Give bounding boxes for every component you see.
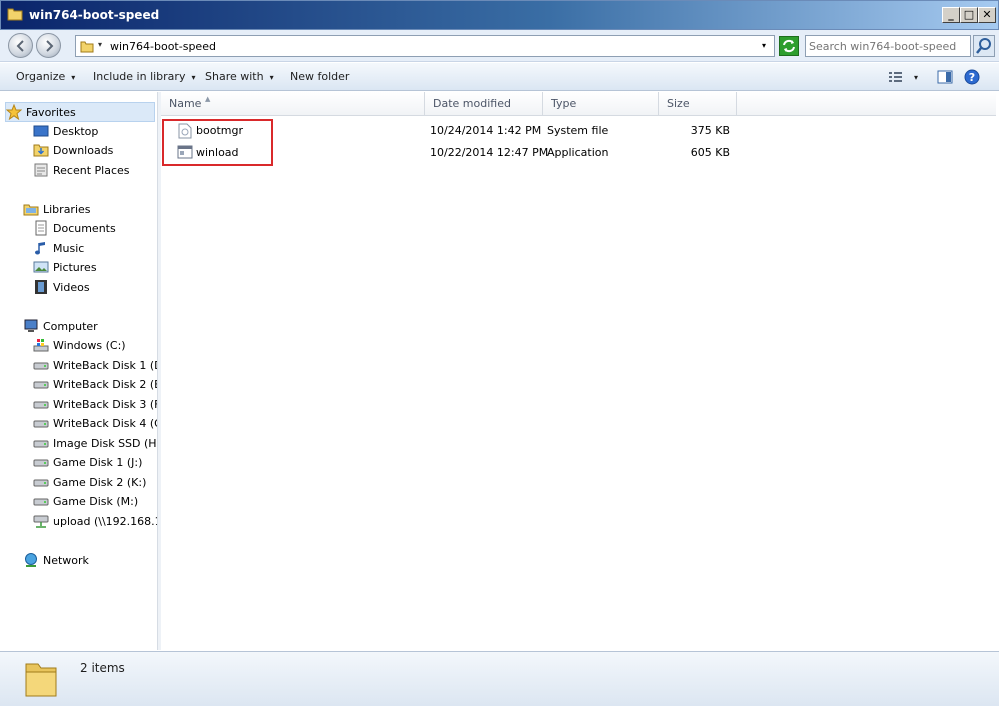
back-arrow-icon — [16, 40, 24, 52]
navigation-pane: Favorites Desktop Downloads Recent Place… — [0, 92, 158, 650]
file-date: 10/22/2014 12:47 PM — [430, 146, 549, 159]
column-header-size[interactable]: Size — [659, 92, 737, 116]
star-icon — [5, 103, 23, 121]
refresh-button[interactable] — [779, 36, 799, 56]
folder-icon — [80, 41, 94, 53]
drive-icon — [33, 376, 49, 392]
file-type: System file — [547, 124, 609, 137]
nav-computer[interactable]: Computer — [23, 317, 98, 335]
preview-pane-icon[interactable] — [937, 70, 953, 84]
recent-places-icon — [33, 162, 49, 178]
details-pane: 2 items — [0, 651, 999, 706]
nav-pictures[interactable]: Pictures — [33, 258, 97, 276]
column-header-type[interactable]: Type — [543, 92, 659, 116]
file-date: 10/24/2014 1:42 PM — [430, 124, 542, 137]
view-options-dropdown[interactable]: ▾ — [914, 73, 918, 82]
folder-icon — [25, 663, 57, 697]
column-header-empty — [737, 92, 996, 116]
organize-menu[interactable]: Organize ▾ — [16, 70, 75, 83]
include-in-library-menu[interactable]: Include in library ▾ — [93, 70, 195, 83]
downloads-folder-icon — [33, 142, 49, 158]
nav-documents[interactable]: Documents — [33, 219, 116, 237]
refresh-icon — [783, 39, 795, 53]
network-drive-icon — [33, 513, 49, 529]
sort-ascending-icon: ▲ — [205, 95, 211, 103]
svg-text:?: ? — [969, 71, 975, 84]
nav-videos[interactable]: Videos — [33, 278, 90, 296]
computer-icon — [23, 318, 39, 334]
annotation-highlight-box — [162, 119, 273, 166]
nav-recent-places[interactable]: Recent Places — [33, 161, 130, 179]
drive-icon — [33, 435, 49, 451]
music-icon — [33, 240, 49, 256]
breadcrumb[interactable]: win764-boot-speed — [110, 40, 216, 53]
forward-button[interactable] — [36, 33, 61, 58]
nav-drive-k[interactable]: Game Disk 2 (K:) — [33, 473, 146, 491]
drive-icon — [33, 415, 49, 431]
chevron-down-icon[interactable]: ▾ — [762, 41, 766, 50]
back-button[interactable] — [8, 33, 33, 58]
search-icon — [976, 38, 991, 54]
window-title: win764-boot-speed — [29, 8, 160, 22]
nav-music[interactable]: Music — [33, 239, 84, 257]
item-count: 2 items — [80, 661, 125, 675]
minimize-button[interactable]: _ — [942, 7, 960, 23]
nav-network[interactable]: Network — [23, 551, 89, 569]
nav-drive-g[interactable]: WriteBack Disk 4 (G:) — [33, 414, 157, 432]
drive-icon — [33, 396, 49, 412]
documents-icon — [33, 220, 49, 236]
help-icon[interactable]: ? — [964, 69, 980, 85]
nav-drive-e[interactable]: WriteBack Disk 2 (E:) — [33, 375, 157, 393]
drive-icon — [33, 357, 49, 373]
nav-desktop[interactable]: Desktop — [33, 122, 98, 140]
file-size: 605 KB — [690, 146, 730, 159]
column-header-name[interactable]: Name ▲ — [161, 92, 425, 116]
nav-drive-d[interactable]: WriteBack Disk 1 (D:) — [33, 356, 157, 374]
search-button[interactable] — [973, 35, 995, 57]
column-header-date-modified[interactable]: Date modified — [425, 92, 543, 116]
videos-icon — [33, 279, 49, 295]
nav-favorites[interactable]: Favorites — [5, 102, 155, 122]
forward-arrow-icon — [46, 40, 54, 52]
nav-drive-f[interactable]: WriteBack Disk 3 (F:) — [33, 395, 157, 413]
file-type: Application — [547, 146, 609, 159]
breadcrumb-separator[interactable]: ▾ — [98, 40, 102, 49]
maximize-button[interactable]: □ — [960, 7, 978, 23]
network-icon — [23, 552, 39, 568]
share-with-menu[interactable]: Share with ▾ — [205, 70, 274, 83]
nav-drive-h[interactable]: Image Disk SSD (H:) — [33, 434, 157, 452]
chevron-down-icon: ▾ — [71, 73, 76, 82]
folder-icon — [7, 8, 23, 21]
file-list: Name ▲ Date modified Type Size bootmgr 1… — [161, 92, 996, 650]
chevron-down-icon: ▾ — [269, 73, 274, 82]
desktop-icon — [33, 123, 49, 139]
nav-downloads[interactable]: Downloads — [33, 141, 113, 159]
file-size: 375 KB — [690, 124, 730, 137]
chevron-down-icon: ▾ — [191, 73, 196, 82]
command-bar: Organize ▾ Include in library ▾ Share with… — [0, 63, 999, 91]
drive-icon — [33, 454, 49, 470]
close-button[interactable]: ✕ — [978, 7, 996, 23]
search-input[interactable] — [809, 37, 969, 55]
address-bar[interactable]: ▾ win764-boot-speed ▾ — [75, 35, 775, 57]
search-box[interactable] — [805, 35, 971, 57]
windows-drive-icon — [33, 337, 49, 353]
nav-drive-c[interactable]: Windows (C:) — [33, 336, 126, 354]
title-bar[interactable]: win764-boot-speed _ □ ✕ — [0, 0, 999, 30]
drive-icon — [33, 474, 49, 490]
nav-drive-m[interactable]: Game Disk (M:) — [33, 492, 138, 510]
nav-drive-j[interactable]: Game Disk 1 (J:) — [33, 453, 142, 471]
nav-libraries[interactable]: Libraries — [23, 200, 91, 218]
nav-network-drive-upload[interactable]: upload (\\192.168.1.2 — [33, 512, 157, 530]
new-folder-button[interactable]: New folder — [290, 70, 349, 83]
address-row: ▾ win764-boot-speed ▾ — [0, 30, 999, 62]
view-options-icon[interactable] — [888, 70, 904, 84]
drive-icon — [33, 493, 49, 509]
libraries-icon — [23, 201, 39, 217]
pictures-icon — [33, 259, 49, 275]
